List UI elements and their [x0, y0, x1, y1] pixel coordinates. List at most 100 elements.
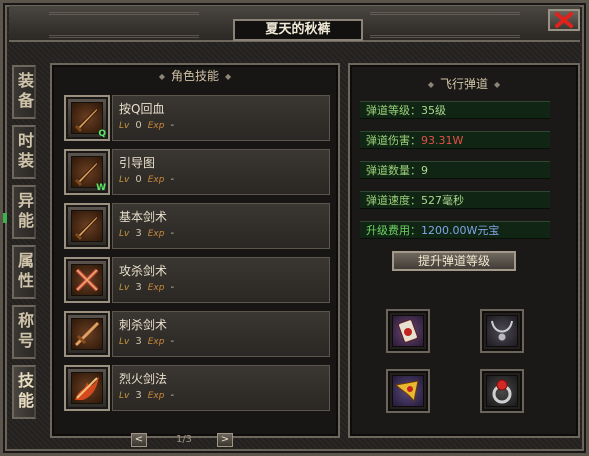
horn-icon [394, 380, 419, 403]
thrust-sword-icon [74, 321, 100, 347]
skill-row[interactable]: 烈火剑法 Lv 3 Exp - [64, 365, 330, 413]
skill-name: 攻杀剑术 [119, 264, 168, 278]
skill-icon-button[interactable] [64, 257, 110, 303]
level-value: 0 [135, 120, 142, 131]
exp-label: Exp [147, 390, 165, 401]
window-title: 夏天的秋裤 [233, 19, 363, 41]
skill-row[interactable]: 刺杀剑术 Lv 3 Exp - [64, 311, 330, 359]
item-slot[interactable] [386, 309, 430, 353]
upgrade-bullet-button[interactable]: 提升弹道等级 [392, 251, 516, 271]
tab-skills[interactable]: 技能 [12, 365, 36, 419]
stat-label: 弹道伤害： [366, 134, 421, 147]
close-button[interactable] [548, 9, 580, 31]
level-value: 3 [135, 336, 142, 347]
skill-row[interactable]: Q 按Q回血 Lv 0 Exp - [64, 95, 330, 143]
page-indicator: 1/3 [175, 434, 193, 445]
skill-name: 刺杀剑术 [119, 318, 168, 332]
level-label: Lv [119, 228, 130, 239]
tab-equipment[interactable]: 装备 [12, 65, 36, 119]
skill-stats: Lv 3 Exp - [119, 336, 174, 347]
card-icon [398, 319, 418, 343]
stat-value: 527毫秒 [421, 194, 464, 207]
exp-value: - [170, 282, 175, 293]
skills-panel-title-text: 角色技能 [170, 69, 219, 83]
dragon-ornament-left-icon [49, 12, 199, 38]
exp-label: Exp [147, 174, 165, 185]
level-value: 3 [135, 228, 142, 239]
item-slot[interactable] [480, 309, 524, 353]
flying-bullet-panel: ◆ 飞行弹道 ◆ 弹道等级：35级 弹道伤害：93.31W 弹道数量：9 弹道速度：… [348, 63, 580, 438]
skill-row[interactable]: W 引导图 Lv 0 Exp - [64, 149, 330, 197]
stat-value: 35级 [421, 104, 446, 117]
stat-value: 93.31W [421, 134, 464, 147]
flame-sword-icon [75, 376, 99, 400]
level-label: Lv [119, 336, 130, 347]
level-label: Lv [119, 282, 130, 293]
skill-name: 基本剑术 [119, 210, 168, 224]
skill-bar: 攻杀剑术 Lv 3 Exp - [112, 257, 330, 303]
flying-bullet-title-text: 飞行弹道 [439, 77, 488, 91]
skill-name: 引导图 [119, 156, 156, 170]
exp-value: - [170, 336, 175, 347]
exp-value: - [170, 390, 175, 401]
crossed-swords-icon [75, 268, 99, 292]
item-slot[interactable] [480, 369, 524, 413]
level-value: 0 [135, 174, 142, 185]
skills-panel: ◆ 角色技能 ◆ Q 按Q回血 Lv 0 Exp - W 引导图 Lv 0 Ex… [50, 63, 340, 438]
skill-stats: Lv 3 Exp - [119, 390, 174, 401]
stat-bullet-count: 弹道数量：9 [360, 161, 550, 179]
pagination: < 1/3 > [131, 433, 241, 449]
skill-bar: 刺杀剑术 Lv 3 Exp - [112, 311, 330, 357]
skill-stats: Lv 3 Exp - [119, 228, 174, 239]
flying-bullet-title: ◆ 飞行弹道 ◆ [427, 77, 501, 91]
ring-icon [492, 379, 512, 404]
stat-label: 弹道数量： [366, 164, 421, 177]
skill-bar: 烈火剑法 Lv 3 Exp - [112, 365, 330, 411]
skill-hotkey: Q [98, 129, 106, 139]
stat-value: 1200.00W元宝 [421, 224, 500, 237]
skill-row[interactable]: 攻杀剑术 Lv 3 Exp - [64, 257, 330, 305]
item-slot[interactable] [386, 369, 430, 413]
exp-label: Exp [147, 282, 165, 293]
exp-value: - [170, 228, 175, 239]
skill-name: 按Q回血 [119, 102, 165, 116]
stat-bullet-level: 弹道等级：35级 [360, 101, 550, 119]
exp-label: Exp [147, 336, 165, 347]
exp-label: Exp [147, 228, 165, 239]
next-page-button[interactable]: > [217, 433, 233, 447]
stat-label: 弹道等级： [366, 104, 421, 117]
stat-bullet-speed: 弹道速度：527毫秒 [360, 191, 550, 209]
necklace-icon [491, 320, 513, 342]
stat-value: 9 [421, 164, 428, 177]
tab-abilities[interactable]: 异能 [12, 185, 36, 239]
skill-icon-button[interactable] [64, 365, 110, 411]
skill-stats: Lv 3 Exp - [119, 282, 174, 293]
close-icon [555, 12, 573, 28]
prev-page-button[interactable]: < [131, 433, 147, 447]
tab-titles[interactable]: 称号 [12, 305, 36, 359]
skill-hotkey: W [96, 183, 106, 193]
exp-label: Exp [147, 120, 165, 131]
skill-bar: 基本剑术 Lv 3 Exp - [112, 203, 330, 249]
stat-upgrade-cost: 升级费用：1200.00W元宝 [360, 221, 550, 239]
skill-icon-button[interactable] [64, 311, 110, 357]
skill-icon-button[interactable]: Q [64, 95, 110, 141]
skill-bar: 引导图 Lv 0 Exp - [112, 149, 330, 195]
exp-value: - [170, 174, 175, 185]
level-label: Lv [119, 174, 130, 185]
skill-bar: 按Q回血 Lv 0 Exp - [112, 95, 330, 141]
exp-value: - [170, 120, 175, 131]
tab-fashion[interactable]: 时装 [12, 125, 36, 179]
skill-icon-button[interactable] [64, 203, 110, 249]
level-label: Lv [119, 120, 130, 131]
stat-bullet-damage: 弹道伤害：93.31W [360, 131, 550, 149]
skill-row[interactable]: 基本剑术 Lv 3 Exp - [64, 203, 330, 251]
side-tab-bar: 装备 时装 异能 属性 称号 技能 [12, 65, 36, 425]
sword-icon [74, 213, 99, 241]
skill-icon-button[interactable]: W [64, 149, 110, 195]
skill-name: 烈火剑法 [119, 372, 168, 386]
level-value: 3 [135, 390, 142, 401]
side-marker [3, 213, 7, 223]
tab-attributes[interactable]: 属性 [12, 245, 36, 299]
stat-label: 弹道速度： [366, 194, 421, 207]
